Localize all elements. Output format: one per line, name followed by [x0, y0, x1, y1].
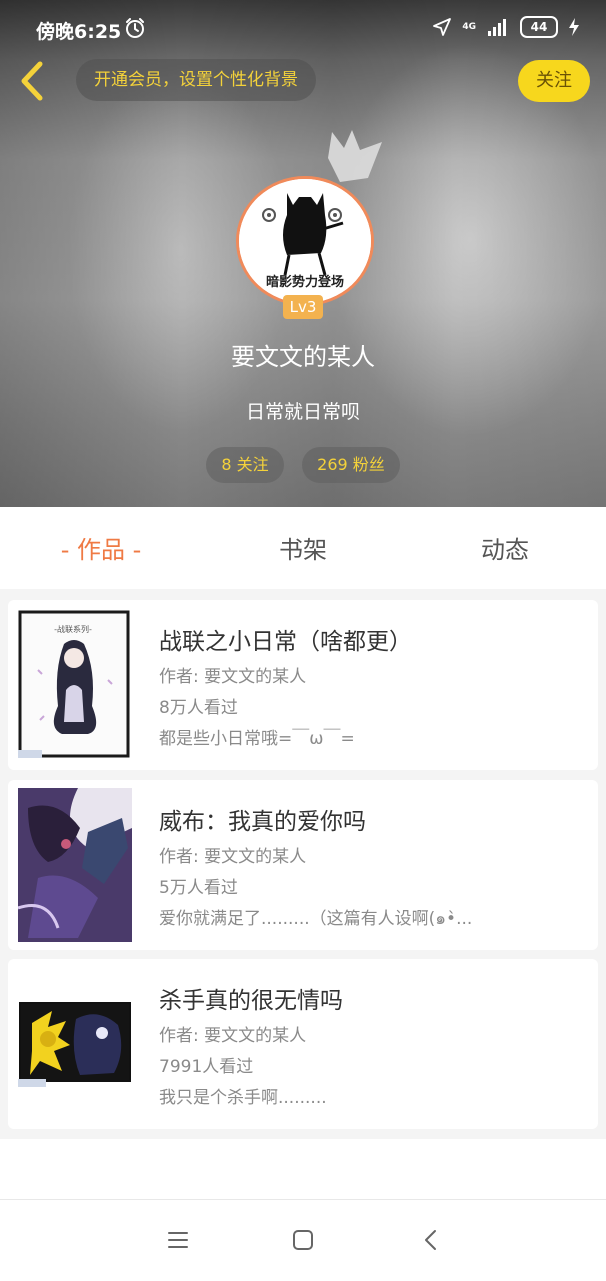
- charging-icon: [569, 18, 579, 36]
- tab-bookshelf[interactable]: 书架: [202, 507, 404, 589]
- work-cover-image: -战联系列-: [18, 610, 132, 760]
- home-icon[interactable]: [291, 1228, 315, 1252]
- work-author: 作者: 要文文的某人: [159, 847, 307, 867]
- work-card[interactable]: -战联系列- 战联之小日常（啥都更） 作者: 要文文的某人 8万人看过 都是些小…: [8, 600, 598, 770]
- work-views: 7991人看过: [159, 1057, 254, 1077]
- status-icons: 4G 44: [432, 16, 580, 38]
- member-background-pill[interactable]: 开通会员，设置个性化背景: [76, 59, 316, 101]
- follow-button[interactable]: 关注: [518, 60, 590, 102]
- work-card[interactable]: 威布：我真的爱你吗 作者: 要文文的某人 5万人看过 爱你就满足了.......…: [8, 780, 598, 950]
- work-title: 威布：我真的爱你吗: [159, 809, 366, 835]
- work-title: 战联之小日常（啥都更）: [159, 629, 412, 655]
- back-nav-icon[interactable]: [420, 1228, 444, 1252]
- user-signature: 日常就日常呗: [245, 401, 360, 423]
- back-button[interactable]: [14, 58, 54, 104]
- avatar-caption: 暗影势力登场: [265, 275, 344, 290]
- profile-header: 傍晚6:25 4G 44 开通会员，设置个性化背景 关注 暗影势力登场 Lv3 …: [0, 0, 606, 507]
- work-author: 作者: 要文文的某人: [159, 1026, 307, 1046]
- work-cover-image: [18, 788, 132, 942]
- work-views: 5万人看过: [159, 878, 238, 898]
- signal-icon: [488, 19, 506, 36]
- svg-text:-战联系列-: -战联系列-: [54, 624, 92, 634]
- following-count-button[interactable]: 8 关注: [206, 447, 284, 483]
- work-description: 都是些小日常哦=￣ω￣=: [159, 729, 355, 749]
- work-card[interactable]: 杀手真的很无情吗 作者: 要文文的某人 7991人看过 我只是个杀手啊.....…: [8, 959, 598, 1129]
- work-description: 我只是个杀手啊.........: [159, 1088, 327, 1108]
- work-author: 作者: 要文文的某人: [159, 667, 307, 687]
- tab-activity[interactable]: 动态: [404, 507, 606, 589]
- followers-count-button[interactable]: 269 粉丝: [302, 447, 400, 483]
- work-description: 爱你就满足了.........（这篇有人设啊(๑•̀...: [159, 909, 473, 929]
- status-time: 傍晚6:25: [36, 21, 122, 43]
- work-cover-image: [18, 1001, 132, 1089]
- alarm-icon: [126, 18, 144, 38]
- location-arrow-icon: [433, 18, 452, 36]
- tab-works[interactable]: - 作品 -: [0, 507, 202, 589]
- system-nav-bar: [0, 1199, 606, 1281]
- status-bar: 傍晚6:25 4G 44: [0, 0, 606, 58]
- avatar[interactable]: 暗影势力登场: [236, 176, 374, 306]
- work-title: 杀手真的很无情吗: [159, 988, 343, 1014]
- work-views: 8万人看过: [159, 698, 238, 718]
- username: 要文文的某人: [231, 343, 375, 371]
- battery-icon: 44: [520, 16, 558, 38]
- level-badge: Lv3: [283, 295, 323, 319]
- network-type: 4G: [462, 21, 476, 32]
- profile-tabs: - 作品 - 书架 动态: [0, 507, 606, 589]
- menu-icon[interactable]: [166, 1228, 190, 1252]
